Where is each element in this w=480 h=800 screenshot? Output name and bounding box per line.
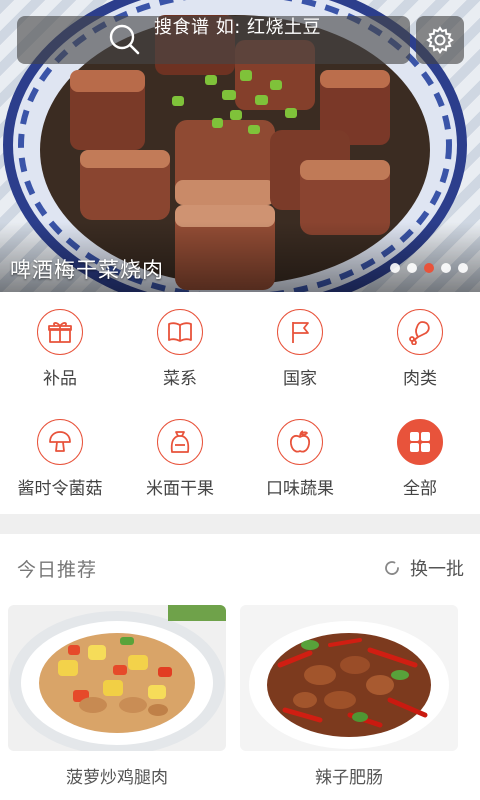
category-country[interactable]: 国家: [240, 292, 360, 402]
category-icon-circle: [277, 419, 323, 465]
recipe-name: 辣子肥肠: [315, 768, 383, 788]
refresh-icon: [385, 561, 399, 575]
mushroom-icon: [49, 431, 71, 452]
category-label: 米面干果: [146, 479, 214, 499]
apple-icon: [289, 430, 311, 453]
category-label: 菜系: [163, 369, 197, 389]
category-icon-circle: [277, 309, 323, 355]
gift-icon: [48, 322, 72, 343]
category-icon-circle: [397, 309, 443, 355]
category-grid: 补品 菜系 国家 肉类 酱时令菌菇 米面干果 口味蔬果 全部: [0, 292, 480, 514]
category-label: 全部: [403, 479, 437, 499]
category-all[interactable]: 全部: [360, 402, 480, 512]
category-label: 国家: [283, 369, 317, 389]
carousel-dot[interactable]: [458, 263, 468, 273]
hero-banner[interactable]: 啤酒梅干菜烧肉 搜食谱 如: 红烧土豆: [0, 0, 480, 292]
search-icon: [109, 24, 140, 55]
recipe-photo: [8, 605, 226, 751]
flour-sack-icon: [170, 431, 190, 453]
category-mushroom[interactable]: 酱时令菌菇: [0, 402, 120, 512]
category-tonic[interactable]: 补品: [0, 292, 120, 402]
category-meat[interactable]: 肉类: [360, 292, 480, 402]
gear-icon: [426, 26, 454, 54]
recipe-card[interactable]: 菠萝炒鸡腿肉: [8, 605, 226, 795]
category-icon-circle: [37, 419, 83, 465]
refresh-button[interactable]: 换一批: [382, 555, 464, 581]
category-grains[interactable]: 米面干果: [120, 402, 240, 512]
settings-button[interactable]: [416, 16, 464, 64]
recipe-image-spicy-intestine: [240, 605, 458, 751]
recipe-name: 菠萝炒鸡腿肉: [66, 768, 168, 788]
carousel-dot[interactable]: [390, 263, 400, 273]
flag-icon: [292, 322, 309, 343]
category-icon-circle: [37, 309, 83, 355]
category-label: 酱时令菌菇: [17, 479, 103, 499]
recommend-title: 今日推荐: [17, 559, 98, 581]
category-label: 补品: [43, 369, 77, 389]
category-icon-circle: [157, 419, 203, 465]
hero-title[interactable]: 啤酒梅干菜烧肉: [10, 254, 164, 284]
recommend-header: 今日推荐 换一批: [0, 534, 480, 598]
recipe-card[interactable]: 辣子肥肠: [240, 605, 458, 795]
category-cuisine[interactable]: 菜系: [120, 292, 240, 402]
category-icon-circle: [397, 419, 443, 465]
category-vegetables[interactable]: 口味蔬果: [240, 402, 360, 512]
search-placeholder: 搜食谱 如: 红烧土豆: [154, 17, 322, 38]
category-label: 口味蔬果: [266, 479, 334, 499]
recipe-photo: [240, 605, 458, 751]
carousel-dot[interactable]: [441, 263, 451, 273]
category-icon-circle: [157, 309, 203, 355]
carousel-indicator: [390, 263, 468, 273]
book-icon: [168, 322, 192, 342]
drumstick-icon: [409, 321, 430, 345]
category-label: 肉类: [403, 369, 437, 389]
recipe-image-pineapple-chicken: [8, 605, 226, 751]
carousel-dot[interactable]: [407, 263, 417, 273]
refresh-label: 换一批: [410, 559, 464, 580]
section-divider: [0, 514, 480, 534]
carousel-dot-active[interactable]: [424, 263, 434, 273]
grid-icon: [410, 432, 430, 452]
